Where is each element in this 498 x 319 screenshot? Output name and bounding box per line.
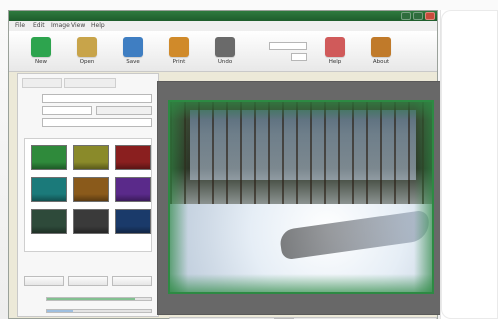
slider-fill	[47, 298, 136, 300]
tab-secondary[interactable]	[64, 78, 116, 88]
field-input[interactable]	[42, 118, 152, 127]
thumbnail[interactable]	[31, 145, 67, 170]
panel-tabs	[22, 78, 154, 88]
frame-top	[170, 102, 432, 120]
thumbnail[interactable]	[115, 145, 151, 170]
side-panel-inner	[441, 10, 498, 319]
thumbnail[interactable]	[73, 145, 109, 170]
slider-row	[24, 306, 152, 316]
menu-help[interactable]: Help	[91, 22, 105, 29]
help-icon	[325, 37, 345, 57]
toolbar-button-label: Print	[172, 59, 186, 65]
menu-view[interactable]: View	[71, 22, 85, 29]
panel-button[interactable]	[24, 276, 64, 286]
maximize-button[interactable]	[413, 12, 423, 20]
toolbar-button-label: About	[372, 59, 390, 65]
effect-thumbnails	[24, 138, 152, 252]
field-row	[24, 106, 152, 116]
preview-canvas	[157, 81, 445, 315]
spin-input[interactable]	[291, 53, 307, 61]
slider-track[interactable]	[46, 309, 152, 313]
thumbnail[interactable]	[115, 177, 151, 202]
toolbar-button-open[interactable]: Open	[61, 35, 113, 69]
image-icon	[123, 37, 143, 57]
slider-fill	[47, 310, 73, 312]
undo-icon	[215, 37, 235, 57]
thumbnail[interactable]	[31, 209, 67, 234]
title-bar	[9, 11, 437, 21]
panel-button[interactable]	[68, 276, 108, 286]
zoom-controls	[239, 41, 309, 65]
toolbar-button-label: New	[35, 59, 47, 65]
add-icon	[31, 37, 51, 57]
minimize-button[interactable]	[401, 12, 411, 20]
slider-row	[24, 294, 152, 304]
side-panel	[440, 10, 498, 319]
tab-primary[interactable]	[22, 78, 62, 88]
thumbnail[interactable]	[73, 177, 109, 202]
toolbar-button-label: Help	[328, 59, 342, 65]
toolbar-button-label: Save	[126, 59, 140, 65]
field-row	[24, 94, 152, 104]
thumbnail[interactable]	[31, 177, 67, 202]
about-icon	[371, 37, 391, 57]
menu-image[interactable]: Image	[51, 22, 70, 29]
spin-input[interactable]	[269, 42, 307, 50]
preview-image	[168, 100, 434, 294]
effects-panel	[17, 73, 159, 317]
toolbar: New Open Save Print Undo Help About	[9, 31, 437, 72]
field-button[interactable]	[96, 106, 152, 115]
spin-row	[239, 52, 309, 63]
toolbar-button-label: Open	[79, 59, 95, 65]
thumbnail[interactable]	[115, 209, 151, 234]
frame-right	[414, 102, 432, 292]
close-button[interactable]	[425, 12, 435, 20]
thumbnail[interactable]	[73, 209, 109, 234]
toolbar-button-save[interactable]: Save	[107, 35, 159, 69]
print-icon	[169, 37, 189, 57]
frame-bottom	[170, 274, 432, 292]
toolbar-button-new[interactable]: New	[15, 35, 67, 69]
wand-icon	[77, 37, 97, 57]
toolbar-button-help[interactable]: Help	[309, 35, 361, 69]
menu-edit[interactable]: Edit	[33, 22, 45, 29]
slider-track[interactable]	[46, 297, 152, 301]
screenshot: File Edit Image View Help New Open Save …	[0, 0, 498, 319]
panel-button[interactable]	[112, 276, 152, 286]
toolbar-button-print[interactable]: Print	[153, 35, 205, 69]
field-input[interactable]	[42, 106, 92, 115]
spin-row	[239, 41, 309, 52]
toolbar-button-about[interactable]: About	[355, 35, 407, 69]
field-row	[24, 118, 152, 128]
app-window: File Edit Image View Help New Open Save …	[8, 10, 445, 319]
frame-left	[170, 102, 188, 292]
menu-file[interactable]: File	[15, 22, 25, 29]
panel-buttons	[24, 276, 152, 288]
field-input[interactable]	[42, 94, 152, 103]
